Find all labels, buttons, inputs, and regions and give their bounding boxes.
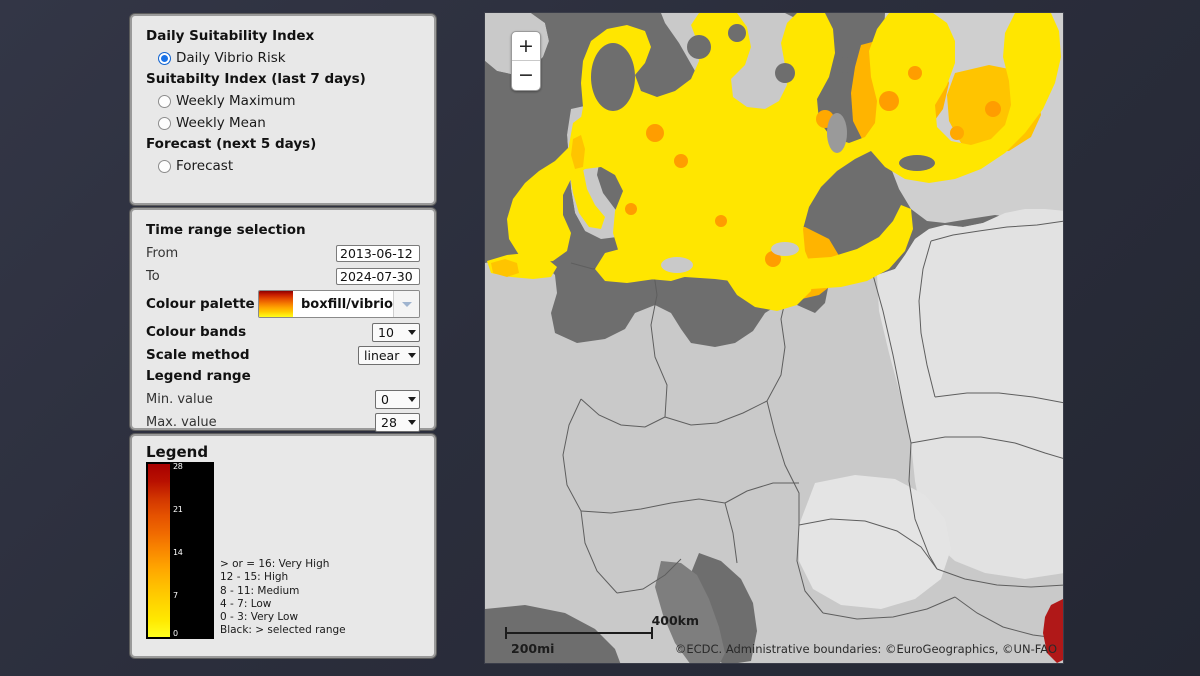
radio-icon-weekly-mean[interactable] — [158, 116, 171, 130]
scale-bar-line: 400km 200mi — [505, 613, 699, 656]
chevron-down-icon — [408, 352, 416, 358]
legend-tick-0: 28 — [173, 462, 183, 471]
to-label: To — [146, 268, 160, 284]
scale-bar-km-label: 400km — [651, 613, 699, 628]
island — [775, 63, 795, 83]
scale-bar: 400km 200mi — [505, 613, 699, 656]
from-date-input[interactable] — [336, 244, 420, 262]
zoom-out-button[interactable]: − — [512, 61, 540, 90]
chevron-down-icon — [408, 419, 416, 425]
min-value-select[interactable]: 0 — [375, 389, 420, 409]
island-land — [661, 257, 693, 273]
data-hotspot — [625, 203, 637, 215]
colour-bands-row: Colour bands 10 — [146, 321, 420, 343]
data-hotspot — [950, 126, 964, 140]
radio-option-weekly-mean[interactable]: Weekly Mean — [158, 112, 420, 134]
radio-label-daily-vibrio-risk: Daily Vibrio Risk — [176, 50, 286, 66]
palette-value: boxfill/vibrio — [301, 296, 393, 312]
map-canvas — [485, 13, 1063, 663]
time-range-heading: Time range selection — [146, 222, 306, 238]
max-value: 28 — [381, 414, 397, 430]
colour-bands-select[interactable]: 10 — [372, 322, 420, 342]
zoom-in-button[interactable]: + — [512, 32, 540, 61]
data-hotspot — [646, 124, 664, 142]
min-value: 0 — [381, 391, 389, 407]
island — [728, 24, 746, 42]
index-selection-panel: Daily Suitability Index Daily Vibrio Ris… — [130, 14, 436, 205]
palette-swatch-icon — [259, 291, 293, 317]
island — [899, 155, 935, 171]
legend-tick-4: 0 — [173, 629, 178, 638]
map-viewport[interactable]: + − 400km 200mi ©ECDC. Administrative bo… — [484, 12, 1064, 664]
data-hotspot — [879, 91, 899, 111]
radio-label-forecast: Forecast — [176, 158, 234, 174]
radio-label-weekly-mean: Weekly Mean — [176, 115, 266, 131]
legend-colour-bar-graphic: 28 21 14 7 0 — [146, 462, 214, 639]
weekly-suitability-index-heading: Suitabilty Index (last 7 days) — [146, 71, 366, 87]
max-value-select[interactable]: 28 — [375, 412, 420, 432]
radio-option-weekly-maximum[interactable]: Weekly Maximum — [158, 90, 420, 112]
legend-colour-bar — [148, 464, 170, 637]
colour-bands-label: Colour bands — [146, 324, 247, 340]
sea-inlet — [591, 43, 635, 111]
palette-label: Colour palette — [146, 296, 255, 312]
chevron-down-icon — [408, 396, 416, 402]
legend-class-item: Black: > selected range — [220, 624, 346, 637]
chevron-down-icon[interactable] — [393, 291, 419, 317]
data-hotspot — [985, 101, 1001, 117]
legend-title: Legend — [146, 443, 209, 461]
max-value-label: Max. value — [146, 414, 217, 430]
colour-palette-dropdown[interactable]: boxfill/vibrio — [258, 290, 420, 318]
app-root: Daily Suitability Index Daily Vibrio Ris… — [0, 0, 1200, 676]
legend-class-item: 8 - 11: Medium — [220, 584, 300, 597]
legend-class-item: 4 - 7: Low — [220, 597, 272, 610]
data-hotspot — [674, 154, 688, 168]
colour-bands-value: 10 — [378, 324, 394, 340]
zoom-control[interactable]: + − — [511, 31, 541, 91]
daily-suitability-index-heading: Daily Suitability Index — [146, 28, 315, 44]
scale-method-select[interactable]: linear — [358, 345, 420, 365]
legend-class-list: > or = 16: Very High 12 - 15: High 8 - 1… — [220, 558, 346, 638]
map-attribution: ©ECDC. Administrative boundaries: ©EuroG… — [674, 642, 1057, 656]
radio-option-forecast[interactable]: Forecast — [158, 155, 420, 177]
scale-method-row: Scale method linear — [146, 344, 420, 366]
from-row: From — [146, 242, 420, 264]
from-label: From — [146, 245, 179, 261]
radio-icon-forecast[interactable] — [158, 159, 171, 173]
radio-option-daily-vibrio-risk[interactable]: Daily Vibrio Risk — [158, 47, 420, 69]
data-hotspot — [715, 215, 727, 227]
scale-bar-mi-label: 200mi — [511, 641, 555, 656]
chevron-down-icon — [408, 329, 416, 335]
legend-tick-1: 21 — [173, 505, 183, 514]
legend-class-item: > or = 16: Very High — [220, 558, 330, 570]
island-land — [827, 113, 847, 153]
radio-label-weekly-maximum: Weekly Maximum — [176, 93, 296, 109]
legend-panel: Legend 28 21 14 7 0 > or = 16: Very High… — [130, 434, 436, 658]
island-land — [771, 242, 799, 256]
min-value-row: Min. value 0 — [146, 388, 420, 410]
data-hotspot — [908, 66, 922, 80]
min-value-label: Min. value — [146, 391, 213, 407]
palette-row: Colour palette boxfill/vibrio — [146, 288, 420, 320]
legend-range-heading: Legend range — [146, 368, 251, 384]
legend-class-item: 0 - 3: Very Low — [220, 611, 299, 624]
to-row: To — [146, 265, 420, 287]
legend-class-item: 12 - 15: High — [220, 571, 289, 584]
island — [687, 35, 711, 59]
island — [837, 57, 853, 73]
radio-icon-daily-vibrio-risk[interactable] — [158, 51, 171, 65]
legend-tick-2: 14 — [173, 548, 183, 557]
scale-method-value: linear — [364, 347, 400, 363]
forecast-heading: Forecast (next 5 days) — [146, 136, 317, 152]
to-date-input[interactable] — [336, 267, 420, 285]
time-range-panel: Time range selection From To Colour pale… — [130, 208, 436, 433]
max-value-row: Max. value 28 — [146, 411, 420, 433]
legend-tick-3: 7 — [173, 591, 178, 600]
radio-icon-weekly-maximum[interactable] — [158, 94, 171, 108]
scale-method-label: Scale method — [146, 347, 250, 363]
